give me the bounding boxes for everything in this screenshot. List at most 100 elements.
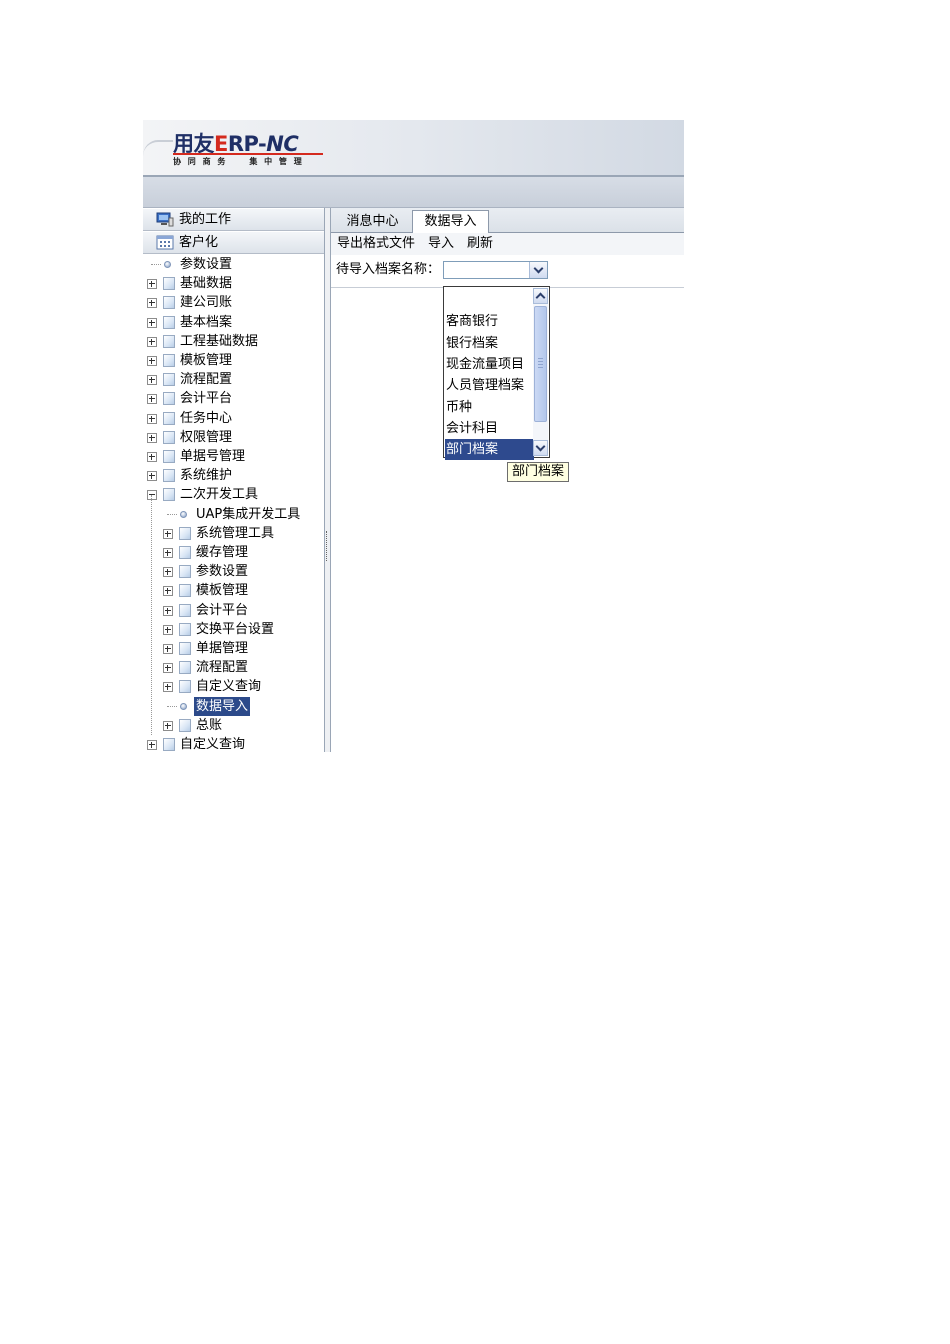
chevron-up-icon xyxy=(535,292,546,303)
archive-dropdown-list: 客商银行 银行档案 现金流量项目 人员管理档案 币种 会计科目 部门档案 xyxy=(443,286,550,460)
tree-item-label: 系统维护 xyxy=(180,468,233,483)
tree-item[interactable]: 会计平台 xyxy=(143,389,324,408)
dropdown-option[interactable]: 现金流量项目 xyxy=(445,354,534,375)
expand-toggle-icon[interactable] xyxy=(147,375,157,385)
tree-item-label: 基本档案 xyxy=(180,315,233,330)
folder-doc-icon xyxy=(163,373,175,386)
tab-message-center[interactable]: 消息中心 xyxy=(335,211,410,232)
tab-bar: 消息中心 数据导入 xyxy=(331,208,684,234)
tree-item-label: 基础数据 xyxy=(180,276,233,291)
expand-toggle-icon[interactable] xyxy=(147,394,157,404)
splitter-grip[interactable] xyxy=(326,531,329,561)
expand-toggle-icon[interactable] xyxy=(163,606,173,616)
expand-toggle-icon[interactable] xyxy=(163,529,173,539)
dropdown-option[interactable]: 人员管理档案 xyxy=(445,375,534,396)
tree-item-label: 数据导入 xyxy=(194,697,251,716)
tree-item[interactable]: 基础数据 xyxy=(143,274,324,293)
tree-item-label: 缓存管理 xyxy=(196,545,249,560)
tree-item[interactable]: 模板管理 xyxy=(143,581,324,600)
tree-item-label: 模板管理 xyxy=(180,353,233,368)
expand-toggle-icon[interactable] xyxy=(147,279,157,289)
tree-item[interactable]: 总账 xyxy=(143,716,324,735)
export-format-button[interactable]: 导出格式文件 xyxy=(337,233,415,255)
expand-toggle-icon[interactable] xyxy=(163,625,173,635)
scroll-up-button[interactable] xyxy=(533,288,548,304)
tree-item[interactable]: 缓存管理 xyxy=(143,543,324,562)
tree-item[interactable]: 系统维护 xyxy=(143,466,324,485)
archive-name-select[interactable] xyxy=(443,261,548,279)
dropdown-arrow-button[interactable] xyxy=(529,262,547,278)
chevron-down-icon xyxy=(533,263,544,274)
folder-doc-icon xyxy=(179,584,191,597)
sidebar: 我的工作 客户化 参数设置 基础数据 建公司账 基本档案 工程基础数据 模板管理 流程配置会… xyxy=(143,208,325,752)
dropdown-option[interactable] xyxy=(445,290,534,311)
expand-toggle-icon[interactable] xyxy=(147,433,157,443)
leaf-bullet-icon xyxy=(164,261,171,268)
tree-item[interactable]: 系统管理工具 xyxy=(143,524,324,543)
tree-item[interactable]: 自定义查询 xyxy=(143,677,324,696)
tree-item[interactable]: 二次开发工具 xyxy=(143,485,324,504)
dropdown-option[interactable]: 币种 xyxy=(445,397,534,418)
tree-item[interactable]: 基本档案 xyxy=(143,313,324,332)
refresh-button[interactable]: 刷新 xyxy=(467,233,493,255)
folder-doc-icon xyxy=(179,623,191,636)
tree-item[interactable]: 建公司账 xyxy=(143,293,324,312)
expand-toggle-icon[interactable] xyxy=(147,356,157,366)
tree-item[interactable]: 参数设置 xyxy=(143,562,324,581)
expand-toggle-icon[interactable] xyxy=(163,682,173,692)
tree-item[interactable]: 单据管理 xyxy=(143,639,324,658)
tree-item[interactable]: UAP集成开发工具 xyxy=(143,505,324,524)
leaf-bullet-icon xyxy=(180,511,187,518)
dropdown-option[interactable]: 客商银行 xyxy=(445,311,534,332)
tree-item-label: 参数设置 xyxy=(180,257,233,272)
expand-toggle-icon[interactable] xyxy=(147,298,157,308)
tab-data-import[interactable]: 数据导入 xyxy=(412,210,489,234)
folder-doc-icon xyxy=(163,316,175,329)
tree-item[interactable]: 工程基础数据 xyxy=(143,332,324,351)
expand-toggle-icon[interactable] xyxy=(163,586,173,596)
tree-item-label: 系统管理工具 xyxy=(196,526,275,541)
tree-item[interactable]: 参数设置 xyxy=(143,255,324,274)
app-header: 用友ERP-NC 协 同 商 务集 中 管 理 xyxy=(143,120,684,177)
scroll-thumb[interactable] xyxy=(534,306,547,422)
expand-toggle-icon[interactable] xyxy=(163,663,173,673)
expand-toggle-icon[interactable] xyxy=(163,644,173,654)
tree-item-label: 会计平台 xyxy=(180,391,233,406)
tree-item[interactable]: 流程配置 xyxy=(143,658,324,677)
dropdown-option[interactable]: 会计科目 xyxy=(445,418,534,439)
form-row: 待导入档案名称： xyxy=(331,255,684,288)
dropdown-option[interactable]: 部门档案 xyxy=(445,439,534,460)
expand-toggle-icon[interactable] xyxy=(163,567,173,577)
leaf-bullet-icon xyxy=(180,703,187,710)
tree-item[interactable]: 会计平台 xyxy=(143,601,324,620)
tree-item-label: 单据号管理 xyxy=(180,449,246,464)
header-swoosh xyxy=(143,140,173,172)
dropdown-scrollbar[interactable] xyxy=(533,288,548,456)
chevron-down-icon xyxy=(535,441,546,452)
dropdown-option[interactable]: 银行档案 xyxy=(445,333,534,354)
tree-item[interactable]: 自定义查询 xyxy=(143,735,324,752)
expand-toggle-icon[interactable] xyxy=(147,337,157,347)
tree-item[interactable]: 任务中心 xyxy=(143,409,324,428)
my-work-button[interactable]: 我的工作 xyxy=(143,209,324,231)
scroll-down-button[interactable] xyxy=(533,440,548,456)
tree-item[interactable]: 数据导入 xyxy=(143,697,324,716)
import-button[interactable]: 导入 xyxy=(428,233,454,255)
tree-item[interactable]: 流程配置 xyxy=(143,370,324,389)
expand-toggle-icon[interactable] xyxy=(147,452,157,462)
expand-toggle-icon[interactable] xyxy=(163,548,173,558)
expand-toggle-icon[interactable] xyxy=(163,721,173,731)
expand-toggle-icon[interactable] xyxy=(147,740,157,750)
folder-doc-icon xyxy=(163,488,175,501)
tree-item[interactable]: 交换平台设置 xyxy=(143,620,324,639)
customize-button[interactable]: 客户化 xyxy=(143,232,324,254)
tree-item[interactable]: 权限管理 xyxy=(143,428,324,447)
tree-item[interactable]: 模板管理 xyxy=(143,351,324,370)
expand-toggle-icon[interactable] xyxy=(147,471,157,481)
tooltip: 部门档案 xyxy=(507,462,570,482)
expand-toggle-icon[interactable] xyxy=(147,318,157,328)
folder-doc-icon xyxy=(163,296,175,309)
tree-item[interactable]: 单据号管理 xyxy=(143,447,324,466)
expand-toggle-icon[interactable] xyxy=(147,414,157,424)
folder-doc-icon xyxy=(163,450,175,463)
